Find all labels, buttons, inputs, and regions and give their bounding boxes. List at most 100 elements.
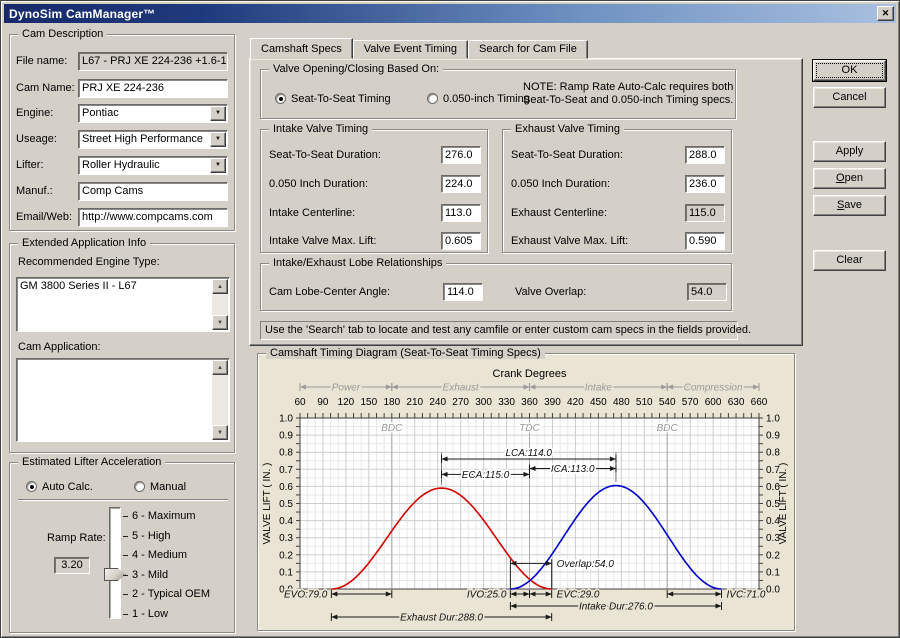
- svg-text:540: 540: [659, 397, 676, 408]
- lifter-acceleration-title: Estimated Lifter Acceleration: [18, 456, 165, 468]
- scrollbar[interactable]: ▲ ▼: [212, 360, 228, 440]
- svg-text:0.9: 0.9: [279, 431, 293, 442]
- intake-label-0-050-inch-duration: 0.050 Inch Duration:: [269, 175, 368, 194]
- search-hint-bar: Use the 'Search' tab to locate and test …: [260, 321, 738, 340]
- extended-application-info-group: Extended Application Info Recommended En…: [9, 243, 235, 453]
- scrollbar[interactable]: ▲ ▼: [212, 279, 228, 330]
- svg-text:1.0: 1.0: [279, 414, 293, 425]
- scroll-down-icon[interactable]: ▼: [212, 315, 228, 330]
- svg-text:480: 480: [613, 397, 630, 408]
- scroll-down-icon[interactable]: ▼: [212, 425, 228, 440]
- cancel-button[interactable]: Cancel: [813, 87, 886, 108]
- lobe-input-valve-overlap[interactable]: 54.0: [687, 283, 727, 301]
- dropdown-button[interactable]: ▼: [210, 132, 226, 147]
- svg-text:Exhaust Dur:288.0: Exhaust Dur:288.0: [400, 613, 483, 624]
- lobe-label-cam-lobe-center-angle: Cam Lobe-Center Angle:: [269, 283, 390, 302]
- svg-text:570: 570: [682, 397, 699, 408]
- field-label-cam-name: Cam Name:: [16, 79, 75, 98]
- input-manuf[interactable]: Comp Cams: [78, 182, 228, 201]
- recommended-engine-type-textarea[interactable]: GM 3800 Series II - L67 ▲ ▼: [16, 277, 230, 332]
- svg-text:0.7: 0.7: [279, 465, 293, 476]
- svg-text:0.8: 0.8: [766, 448, 780, 459]
- clear-button[interactable]: Clear: [813, 250, 886, 271]
- save-button[interactable]: Save: [813, 195, 886, 216]
- intake-input-intake-centerline[interactable]: 113.0: [441, 204, 481, 222]
- combo-engine[interactable]: Pontiac▼: [78, 104, 228, 123]
- close-button[interactable]: ✕: [877, 6, 894, 21]
- divider: [18, 499, 228, 501]
- field-value: L67 - PRJ XE 224-236 +1.6-1.: [82, 55, 228, 67]
- exhaust-label-exhaust-centerline: Exhaust Centerline:: [511, 204, 607, 223]
- svg-text:120: 120: [338, 397, 355, 408]
- exhaust-timing-title: Exhaust Valve Timing: [511, 123, 624, 135]
- cam-application-textarea[interactable]: ▲ ▼: [16, 358, 230, 442]
- exhaust-input-0-050-inch-duration[interactable]: 236.0: [685, 175, 725, 193]
- dropdown-button[interactable]: ▼: [210, 106, 226, 121]
- apply-button[interactable]: Apply: [813, 141, 886, 162]
- input-file-name[interactable]: L67 - PRJ XE 224-236 +1.6-1.: [78, 52, 228, 71]
- valve-basis-radio-0-050-inch-timing[interactable]: [427, 93, 438, 104]
- exhaust-input-exhaust-valve-max-lift[interactable]: 0.590: [685, 232, 725, 250]
- svg-text:LCA:114.0: LCA:114.0: [505, 448, 552, 459]
- field-label-file-name: File name:: [16, 52, 67, 71]
- svg-text:180: 180: [383, 397, 400, 408]
- svg-text:450: 450: [590, 397, 607, 408]
- svg-text:0.3: 0.3: [279, 533, 293, 544]
- lifter-accel-radio-manual[interactable]: [134, 481, 145, 492]
- svg-text:IVC:71.0: IVC:71.0: [727, 590, 766, 601]
- camshaft-specs-tab-page: Valve Opening/Closing Based On: NOTE: Ra…: [249, 58, 803, 346]
- svg-text:0.8: 0.8: [279, 448, 293, 459]
- field-value: PRJ XE 224-236: [82, 82, 164, 94]
- input-email-web[interactable]: http://www.compcams.com: [78, 208, 228, 227]
- lobe-input-cam-lobe-center-angle[interactable]: 114.0: [443, 283, 483, 301]
- intake-input-seat-to-seat-duration[interactable]: 276.0: [441, 146, 481, 164]
- combo-useage[interactable]: Street High Performance▼: [78, 130, 228, 149]
- intake-timing-title: Intake Valve Timing: [269, 123, 372, 135]
- combo-lifter[interactable]: Roller Hydraulic ▼: [78, 156, 228, 175]
- svg-text:Exhaust: Exhaust: [443, 383, 480, 394]
- svg-text:0.0: 0.0: [766, 585, 780, 596]
- svg-text:0.1: 0.1: [279, 567, 293, 578]
- svg-text:210: 210: [406, 397, 423, 408]
- field-value: Roller Hydraulic: [82, 159, 160, 171]
- svg-text:0.9: 0.9: [766, 431, 780, 442]
- field-value: http://www.compcams.com: [82, 211, 213, 223]
- svg-text:Intake Dur:276.0: Intake Dur:276.0: [579, 602, 653, 613]
- svg-text:VALVE LIFT ( IN. ): VALVE LIFT ( IN. ): [262, 463, 273, 545]
- cam-description-title: Cam Description: [18, 28, 107, 40]
- open-button[interactable]: Open: [813, 168, 886, 189]
- svg-text:Crank Degrees: Crank Degrees: [493, 368, 567, 380]
- svg-text:EVC:29.0: EVC:29.0: [557, 590, 600, 601]
- tab-strip: Camshaft SpecsValve Event TimingSearch f…: [250, 38, 588, 59]
- svg-text:660: 660: [751, 397, 768, 408]
- intake-input-0-050-inch-duration[interactable]: 224.0: [441, 175, 481, 193]
- lifter-acceleration-group: Estimated Lifter Acceleration Ramp Rate:…: [9, 462, 235, 633]
- exhaust-input-seat-to-seat-duration[interactable]: 288.0: [685, 146, 725, 164]
- lobe-relationships-group: Intake/Exhaust Lobe Relationships Cam Lo…: [260, 263, 732, 311]
- exhaust-input-exhaust-centerline[interactable]: 115.0: [685, 204, 725, 222]
- svg-text:0.1: 0.1: [766, 567, 780, 578]
- ok-button[interactable]: OK: [813, 60, 886, 81]
- exhaust-label-0-050-inch-duration: 0.050 Inch Duration:: [511, 175, 610, 194]
- scroll-up-icon[interactable]: ▲: [212, 360, 228, 375]
- close-icon: ✕: [882, 8, 890, 19]
- valve-basis-radio-seat-to-seat-timing[interactable]: [275, 93, 286, 104]
- exhaust-label-seat-to-seat-duration: Seat-To-Seat Duration:: [511, 146, 623, 165]
- svg-text:390: 390: [544, 397, 561, 408]
- dropdown-button[interactable]: ▼: [210, 158, 226, 173]
- field-label-manuf: Manuf.:: [16, 182, 53, 201]
- svg-text:BDC: BDC: [381, 423, 403, 434]
- tab-valve-event-timing[interactable]: Valve Event Timing: [353, 40, 468, 59]
- tab-search-for-cam-file[interactable]: Search for Cam File: [468, 40, 588, 59]
- field-value: Comp Cams: [82, 185, 143, 197]
- ramp-rate-slider-track[interactable]: [109, 507, 121, 619]
- svg-text:420: 420: [567, 397, 584, 408]
- lifter-accel-radio-auto-calc[interactable]: [26, 481, 37, 492]
- svg-text:270: 270: [452, 397, 469, 408]
- chevron-down-icon: ▼: [215, 107, 221, 120]
- svg-text:Intake: Intake: [585, 383, 613, 394]
- input-cam-name[interactable]: PRJ XE 224-236: [78, 79, 228, 98]
- intake-input-intake-valve-max-lift[interactable]: 0.605: [441, 232, 481, 250]
- scroll-up-icon[interactable]: ▲: [212, 279, 228, 294]
- tab-camshaft-specs[interactable]: Camshaft Specs: [250, 38, 353, 59]
